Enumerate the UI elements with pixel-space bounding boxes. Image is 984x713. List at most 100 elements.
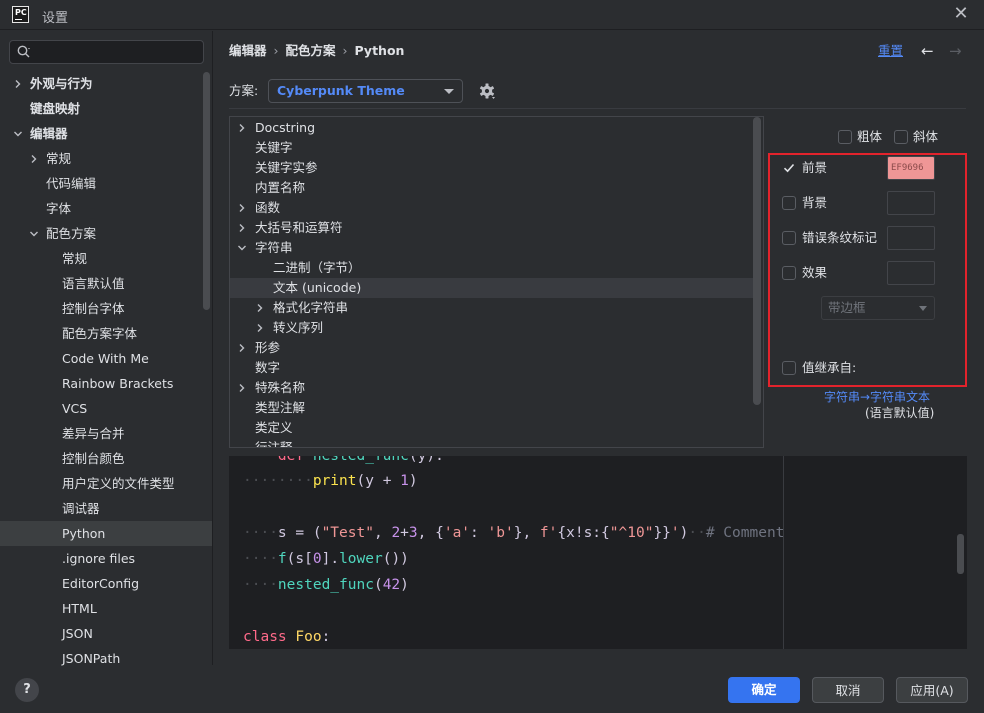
bold-checkbox[interactable] <box>838 130 852 144</box>
code-token: + <box>400 525 409 541</box>
chevron-right-icon[interactable] <box>236 122 248 134</box>
sidebar-item[interactable]: Rainbow Brackets <box>0 371 212 396</box>
bold-label: 粗体 <box>857 129 883 144</box>
sidebar-item[interactable]: Code With Me <box>0 346 212 371</box>
chevron-right-icon[interactable] <box>236 202 248 214</box>
code-token: (s[ <box>286 551 313 567</box>
element-tree-item[interactable]: 大括号和运算符 <box>230 218 753 238</box>
gear-icon[interactable] <box>478 82 496 100</box>
settings-search-input[interactable] <box>9 40 204 64</box>
cancel-button[interactable]: 取消 <box>812 677 884 703</box>
sidebar-item[interactable]: .ignore files <box>0 546 212 571</box>
error-stripe-checkbox[interactable] <box>782 231 796 245</box>
background-checkbox[interactable] <box>782 196 796 210</box>
element-tree-item[interactable]: 类型注解 <box>230 398 753 418</box>
sidebar-item-label: JSONPath <box>62 651 121 666</box>
chevron-right-icon[interactable] <box>28 153 40 165</box>
chevron-right-icon[interactable] <box>236 342 248 354</box>
scheme-dropdown[interactable]: Cyberpunk Theme <box>268 79 463 103</box>
sidebar-item-label: 代码编辑 <box>46 176 97 191</box>
code-line: class Foo: <box>243 624 330 649</box>
error-stripe-color-swatch[interactable] <box>887 226 935 250</box>
breadcrumb-editor[interactable]: 编辑器 <box>229 43 267 58</box>
element-tree-item[interactable]: 文本 (unicode) <box>230 278 753 298</box>
sidebar-item[interactable]: HTML <box>0 596 212 621</box>
sidebar-item[interactable]: 字体 <box>0 196 212 221</box>
element-tree-item[interactable]: 数字 <box>230 358 753 378</box>
sidebar-item[interactable]: JSON <box>0 621 212 646</box>
sidebar-item[interactable]: 键盘映射 <box>0 96 212 121</box>
code-indent: ···· <box>243 551 278 567</box>
chevron-right-icon[interactable] <box>236 382 248 394</box>
close-window-button[interactable]: ✕ <box>948 2 974 28</box>
inherit-label: 值继承自: <box>802 360 857 375</box>
effects-checkbox[interactable] <box>782 266 796 280</box>
sidebar-item-label: VCS <box>62 401 88 416</box>
sidebar-item[interactable]: 调试器 <box>0 496 212 521</box>
chevron-right-icon[interactable] <box>254 322 266 334</box>
foreground-color-swatch[interactable]: EF9696 <box>887 156 935 180</box>
inherit-source-note: (语言默认值) <box>865 406 935 420</box>
sidebar-item[interactable]: 控制台颜色 <box>0 446 212 471</box>
code-token: , <box>373 525 392 541</box>
element-tree-item[interactable]: 二进制（字节） <box>230 258 753 278</box>
background-color-swatch[interactable] <box>887 191 935 215</box>
sidebar-item-label: Rainbow Brackets <box>62 376 174 391</box>
element-tree-item[interactable]: Docstring <box>230 118 753 138</box>
effects-color-swatch[interactable] <box>887 261 935 285</box>
sidebar-item[interactable]: 代码编辑 <box>0 171 212 196</box>
element-tree-item[interactable]: 转义序列 <box>230 318 753 338</box>
chevron-right-icon[interactable] <box>236 222 248 234</box>
chevron-down-icon[interactable] <box>236 242 248 254</box>
code-token: (y <box>356 473 383 489</box>
sidebar-item[interactable]: 控制台字体 <box>0 296 212 321</box>
help-button[interactable]: ? <box>15 678 39 702</box>
error-stripe-label: 错误条纹标记 <box>802 230 878 245</box>
foreground-checkbox[interactable] <box>782 161 796 175</box>
sidebar-item[interactable]: 语言默认值 <box>0 271 212 296</box>
sidebar-item[interactable]: 差异与合并 <box>0 421 212 446</box>
element-tree-item[interactable]: 函数 <box>230 198 753 218</box>
chevron-right-icon[interactable] <box>254 302 266 314</box>
ok-button[interactable]: 确定 <box>728 677 800 703</box>
element-tree-item[interactable]: 字符串 <box>230 238 753 258</box>
chevron-down-icon[interactable] <box>28 228 40 240</box>
effect-type-value: 带边框 <box>828 300 866 315</box>
sidebar-item[interactable]: EditorConfig <box>0 571 212 596</box>
back-arrow-icon[interactable]: ← <box>921 40 934 62</box>
inherit-source-link[interactable]: 字符串→字符串文本 <box>824 390 930 405</box>
sidebar-item[interactable]: 编辑器 <box>0 121 212 146</box>
element-tree-item[interactable]: 形参 <box>230 338 753 358</box>
reset-link[interactable]: 重置 <box>878 40 903 62</box>
sidebar-item[interactable]: 配色方案字体 <box>0 321 212 346</box>
breadcrumb-color-scheme[interactable]: 配色方案 <box>286 43 336 58</box>
sidebar-item[interactable]: 用户定义的文件类型 <box>0 471 212 496</box>
italic-checkbox[interactable] <box>894 130 908 144</box>
sidebar-item[interactable]: Python <box>0 521 212 546</box>
sidebar-item[interactable]: 外观与行为 <box>0 71 212 96</box>
code-preview-scrollbar[interactable] <box>957 534 964 574</box>
element-tree-item[interactable]: 格式化字符串 <box>230 298 753 318</box>
element-tree-item[interactable]: 关键字 <box>230 138 753 158</box>
breadcrumb: 编辑器 › 配色方案 › Python <box>229 40 404 62</box>
element-tree-item[interactable]: 特殊名称 <box>230 378 753 398</box>
chevron-down-icon[interactable] <box>12 128 24 140</box>
sidebar-item[interactable]: 常规 <box>0 146 212 171</box>
sidebar-scrollbar[interactable] <box>203 72 210 310</box>
element-tree-item[interactable]: 内置名称 <box>230 178 753 198</box>
code-preview[interactable]: ····def nested_func(y): ········print(y … <box>229 456 967 649</box>
element-tree-item[interactable]: 类定义 <box>230 418 753 438</box>
code-token: print <box>312 473 357 489</box>
sidebar-item[interactable]: 常规 <box>0 246 212 271</box>
sidebar-item[interactable]: JSONPath <box>0 646 212 671</box>
element-tree-item[interactable]: 关键字实参 <box>230 158 753 178</box>
element-tree-scrollbar[interactable] <box>753 117 761 405</box>
sidebar-item[interactable]: 配色方案 <box>0 221 212 246</box>
sidebar-item-label: 调试器 <box>62 501 100 516</box>
search-icon <box>17 45 30 58</box>
inherit-checkbox[interactable] <box>782 361 796 375</box>
chevron-right-icon[interactable] <box>12 78 24 90</box>
element-tree-item[interactable]: 行注释 <box>230 438 753 447</box>
apply-button[interactable]: 应用(A) <box>896 677 968 703</box>
sidebar-item[interactable]: VCS <box>0 396 212 421</box>
